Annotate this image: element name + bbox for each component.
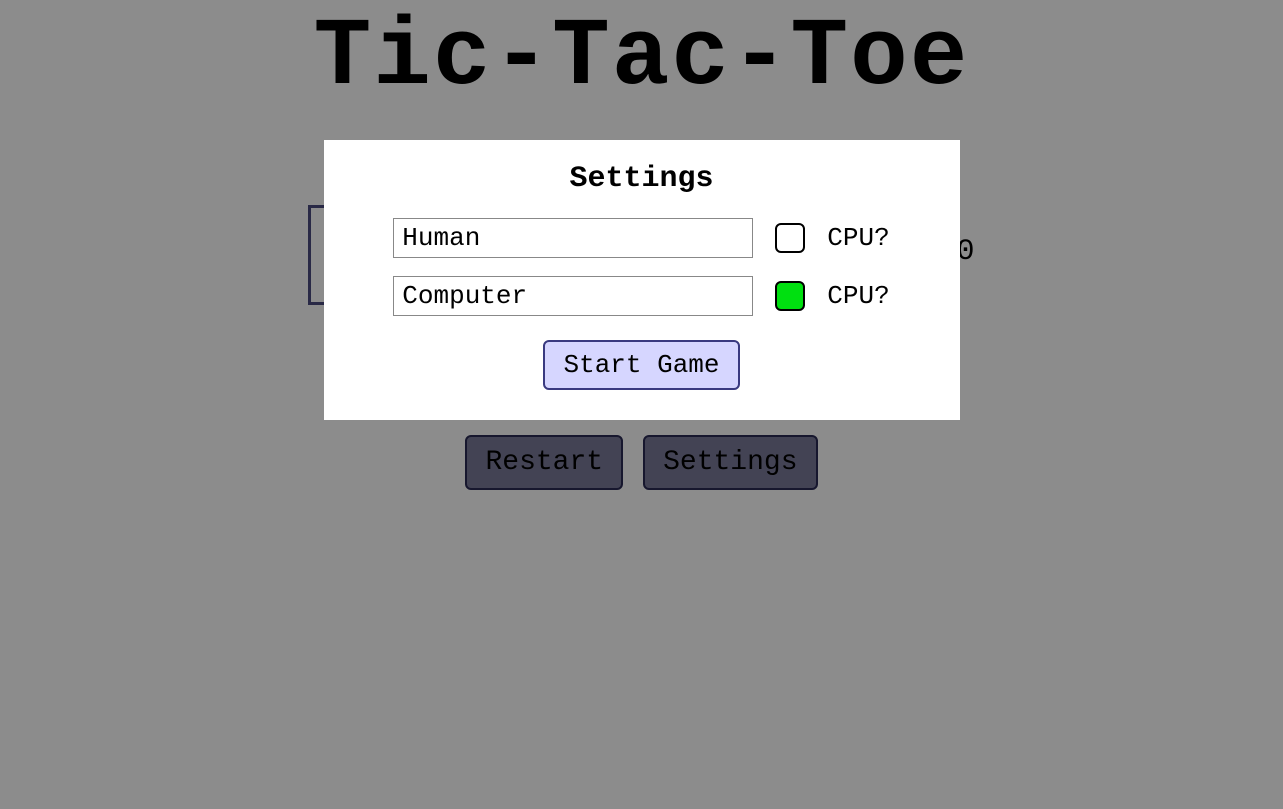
player2-row: CPU? — [354, 276, 930, 316]
player2-cpu-checkbox[interactable] — [775, 281, 805, 311]
player1-cpu-label: CPU? — [827, 223, 889, 253]
player1-name-input[interactable] — [393, 218, 753, 258]
player1-cpu-checkbox[interactable] — [775, 223, 805, 253]
player1-row: CPU? — [354, 218, 930, 258]
player2-name-input[interactable] — [393, 276, 753, 316]
player2-cpu-label: CPU? — [827, 281, 889, 311]
start-game-button[interactable]: Start Game — [543, 340, 739, 390]
settings-heading: Settings — [354, 162, 930, 196]
settings-modal: Settings CPU? CPU? Start Game — [324, 140, 960, 420]
modal-overlay[interactable]: Settings CPU? CPU? Start Game — [0, 0, 1283, 809]
